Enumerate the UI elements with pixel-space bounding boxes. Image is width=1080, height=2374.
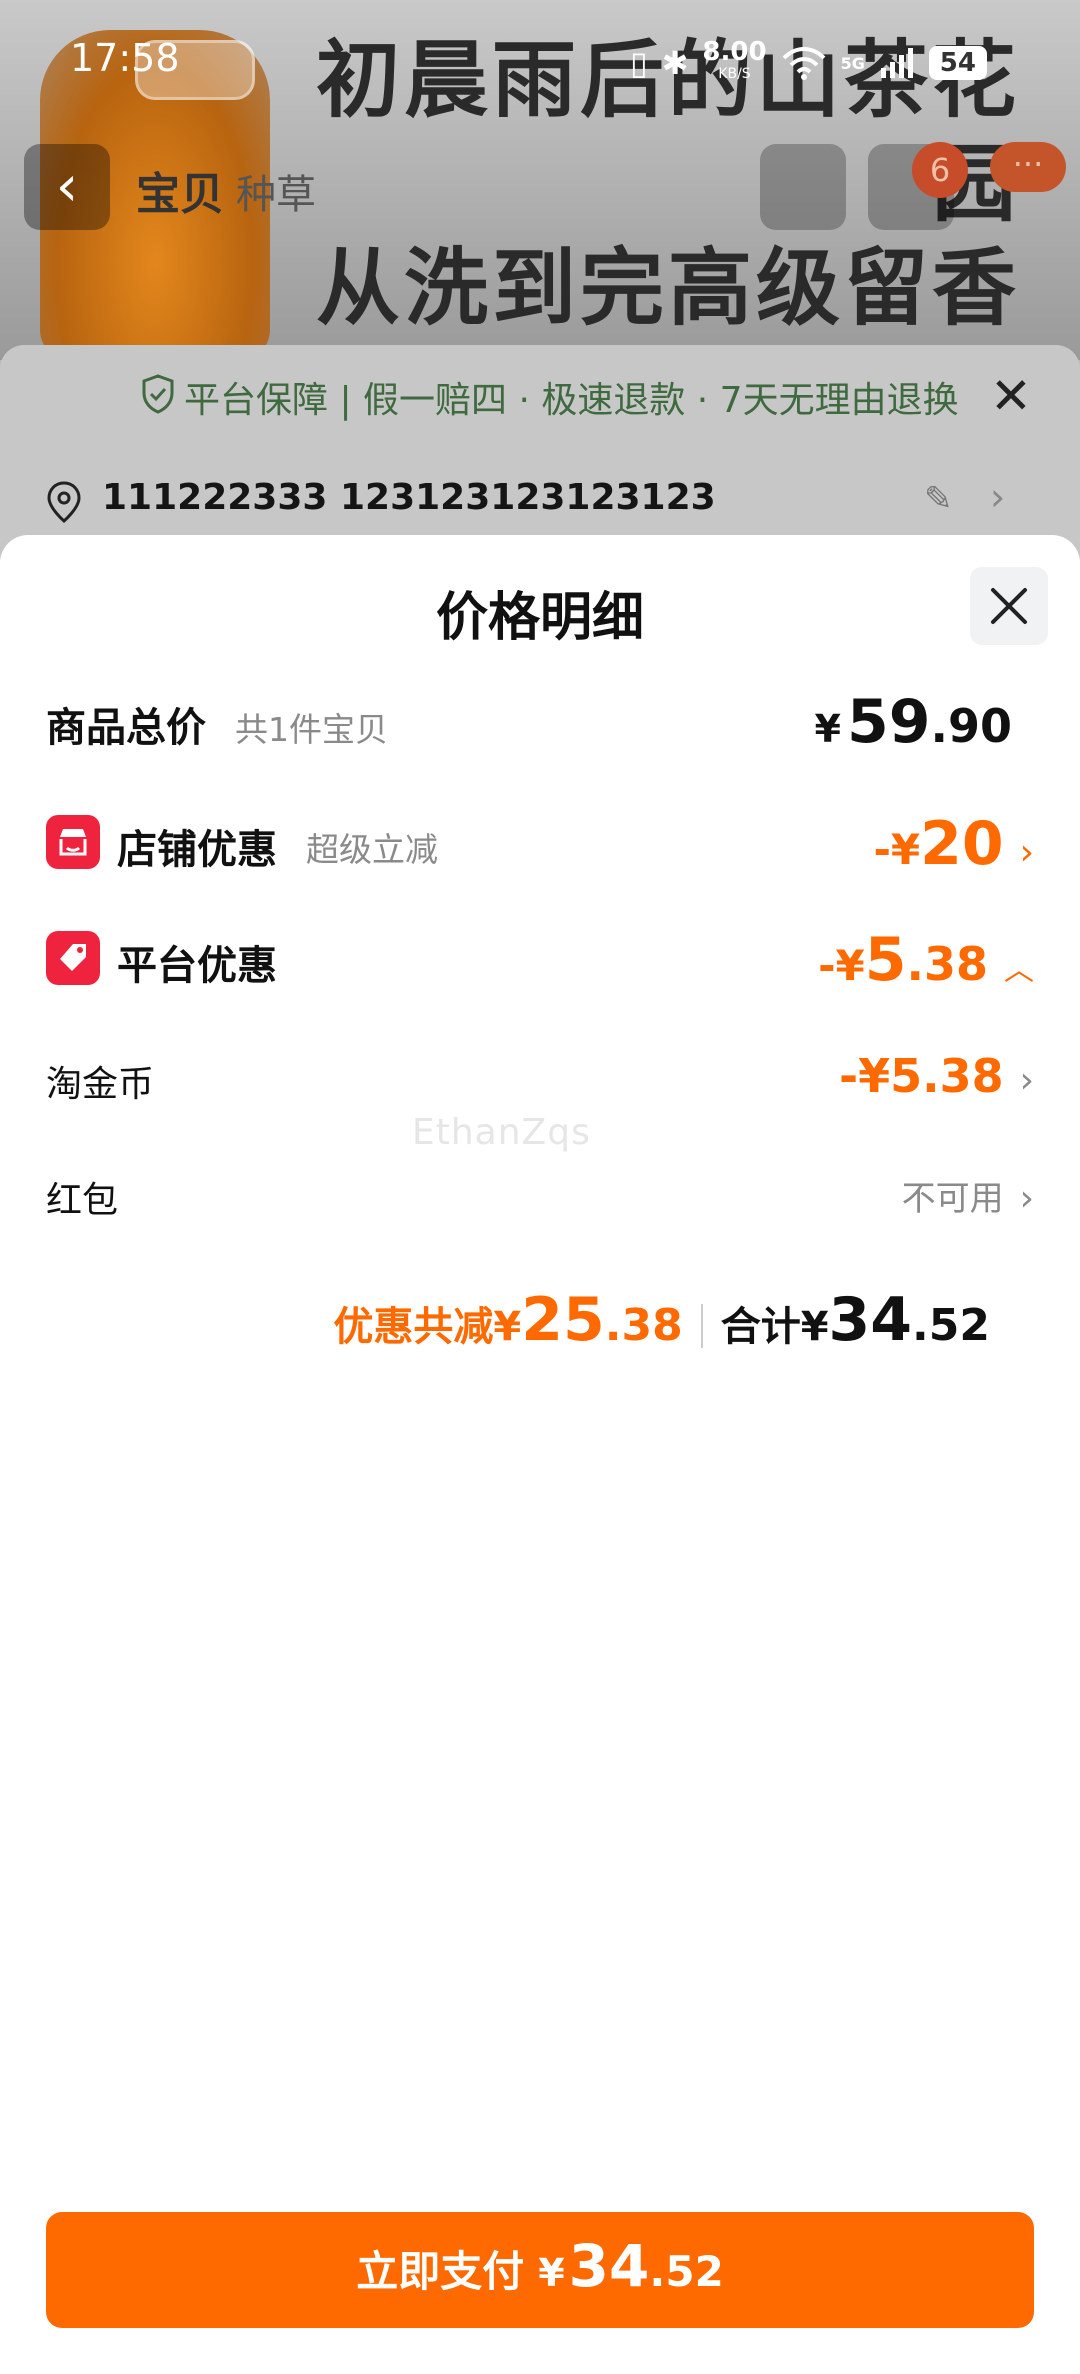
price-summary: 优惠共减¥ 25 .38 合计¥ 34 .52: [333, 1285, 990, 1355]
status-bar: 17:58 ▯ ✱ 8.00 KB/S 5G 54: [0, 0, 1080, 120]
chevron-right-icon[interactable]: ›: [990, 475, 1005, 519]
taojinbi-value: -¥5.38: [839, 1049, 1004, 1103]
tag-icon: [46, 931, 100, 985]
platform-discount-int: 5: [864, 925, 907, 995]
total-dec: .90: [930, 699, 1013, 753]
total-int: 59: [847, 687, 931, 757]
total-label: 商品总价: [46, 705, 206, 751]
chevron-right-icon: ›: [1019, 832, 1034, 873]
taojinbi-amount: -¥5.38 ›: [839, 1049, 1034, 1103]
grand-total-int: 34: [828, 1285, 913, 1355]
edit-icon[interactable]: ✎: [924, 479, 953, 519]
chevron-right-icon: ›: [1019, 1178, 1034, 1219]
status-icons: ▯ ✱ 8.00 KB/S 5G 54: [630, 38, 987, 88]
store-discount-amount: -¥ 20 ›: [873, 809, 1034, 879]
grand-total-label: 合计¥: [720, 1304, 829, 1350]
tab-zhongcao[interactable]: 种草: [236, 162, 316, 220]
row-store-discount[interactable]: 店铺优惠 超级立减 -¥ 20 ›: [46, 809, 1034, 885]
close-icon: [991, 588, 1027, 624]
vibrate-icon: ▯: [630, 44, 648, 82]
platform-discount-sign: -¥: [818, 941, 865, 990]
signal-icon: [880, 48, 913, 78]
discount-total-label: 优惠共减¥: [333, 1304, 522, 1350]
row-hongbao[interactable]: 红包 不可用 ›: [46, 1167, 1034, 1237]
more-icon[interactable]: ···: [990, 142, 1066, 192]
chevron-right-icon: ›: [1019, 1060, 1034, 1101]
status-time: 17:58: [70, 36, 180, 80]
store-discount-label: 店铺优惠: [117, 827, 277, 873]
address-text[interactable]: 111222333 123123123123123: [102, 477, 716, 518]
banner-slogan-line2: 从洗到完高级留香: [315, 239, 1020, 337]
row-taojinbi[interactable]: 淘金币 -¥5.38 ›: [46, 1049, 1034, 1121]
store-discount-sub: 超级立减: [306, 830, 438, 869]
net-speed: 8.00 KB/S: [702, 37, 767, 85]
location-pin-icon: [47, 481, 81, 523]
platform-discount-label: 平台优惠: [117, 943, 277, 989]
pay-button-currency: ¥: [538, 2251, 565, 2295]
pay-button-int: 34: [568, 2232, 650, 2300]
summary-divider: [700, 1304, 703, 1348]
platform-discount-amount: -¥ 5 .38 ︿: [818, 925, 1034, 995]
hongbao-status: 不可用 ›: [902, 1171, 1034, 1220]
pay-button-dec: .52: [649, 2247, 724, 2296]
pay-button-label: 立即支付: [356, 2247, 525, 2296]
hongbao-value: 不可用: [901, 1179, 1004, 1219]
store-icon: [46, 815, 100, 869]
battery-icon: 54: [928, 46, 987, 80]
store-discount-int: 20: [920, 809, 1004, 879]
share-icon[interactable]: [760, 144, 846, 230]
shield-icon: [142, 374, 174, 414]
grand-total-dec: .52: [912, 1300, 990, 1351]
net-speed-unit: KB/S: [718, 66, 751, 82]
total-price: ¥ 59 .90: [815, 687, 1012, 757]
sheet-title: 价格明细: [435, 588, 644, 648]
net-speed-value: 8.00: [702, 37, 767, 67]
close-icon[interactable]: ✕: [990, 367, 1032, 425]
discount-total-int: 25: [521, 1285, 605, 1355]
total-sub: 共1件宝贝: [235, 710, 388, 749]
chevron-up-icon: ︿: [1004, 953, 1034, 988]
watermark-text: EthanZqs: [412, 1112, 591, 1153]
total-currency: ¥: [814, 707, 841, 751]
hongbao-label: 红包: [46, 1180, 119, 1221]
taojinbi-label: 淘金币: [46, 1064, 155, 1105]
wifi-icon: [782, 47, 825, 80]
cart-badge: 6: [912, 142, 968, 198]
product-navbar: ‹ 宝贝 种草 6 ···: [0, 120, 1080, 250]
row-total-price: 商品总价 共1件宝贝 ¥ 59 .90: [46, 687, 1034, 765]
sheet-close-button[interactable]: [970, 567, 1048, 645]
discount-total-dec: .38: [604, 1300, 683, 1351]
row-platform-discount[interactable]: 平台优惠 -¥ 5 .38 ︿: [46, 925, 1034, 1001]
pay-now-button[interactable]: 立即支付 ¥ 34 .52: [46, 2212, 1034, 2328]
store-discount-sign: -¥: [873, 825, 921, 874]
price-detail-sheet: 价格明细 商品总价 共1件宝贝 ¥ 59 .90 店铺优惠 超级立减 -¥ 20: [0, 535, 1080, 2374]
back-icon[interactable]: ‹: [24, 144, 110, 230]
guarantee-text: 平台保障 | 假一赔四 · 极速退款 · 7天无理由退换: [184, 380, 959, 421]
order-card: 平台保障 | 假一赔四 · 极速退款 · 7天无理由退换 ✕ 111222333…: [0, 345, 1080, 560]
network-type: 5G: [840, 53, 865, 73]
bluetooth-icon: ✱: [661, 44, 689, 82]
tab-baobei[interactable]: 宝贝: [136, 158, 224, 222]
platform-discount-dec: .38: [906, 937, 989, 991]
